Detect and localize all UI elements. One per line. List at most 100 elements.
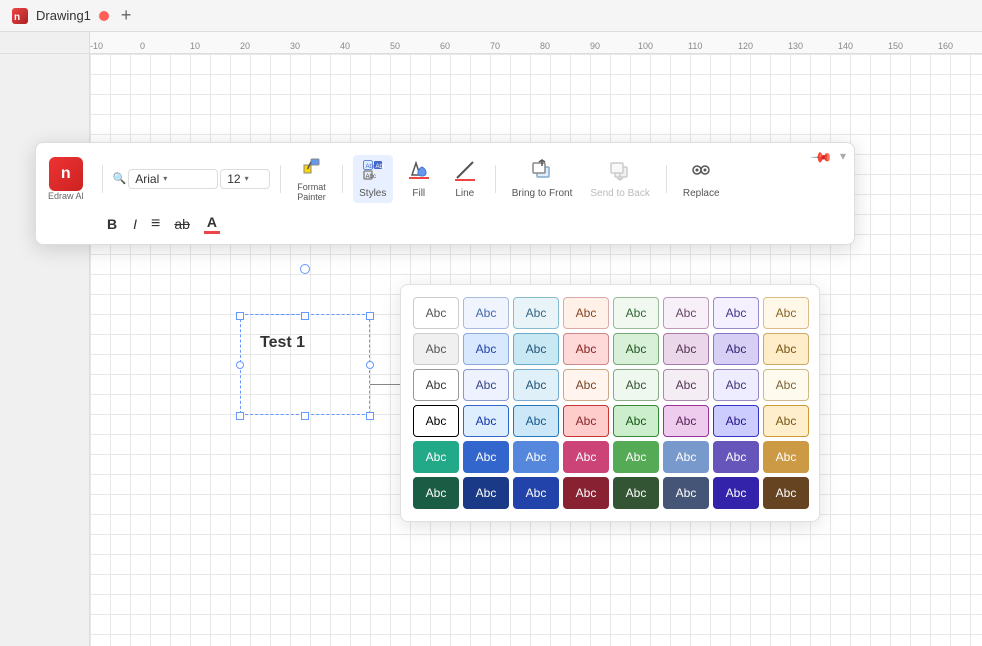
style-cell[interactable]: Abc: [713, 333, 759, 365]
separator-1: [102, 165, 103, 193]
style-cell[interactable]: Abc: [713, 297, 759, 329]
fill-button[interactable]: Fill: [399, 155, 439, 203]
style-cell[interactable]: Abc: [713, 477, 759, 509]
style-cell[interactable]: Abc: [563, 333, 609, 365]
style-cell[interactable]: Abc: [613, 333, 659, 365]
italic-button[interactable]: I: [128, 213, 142, 235]
style-cell[interactable]: Abc: [763, 477, 809, 509]
style-cell[interactable]: Abc: [713, 405, 759, 437]
style-cell[interactable]: Abc: [463, 441, 509, 473]
ruler-tick: 70: [490, 41, 500, 51]
style-cell[interactable]: Abc: [463, 477, 509, 509]
style-cell[interactable]: Abc: [713, 441, 759, 473]
ruler-tick: 10: [190, 41, 200, 51]
style-cell[interactable]: Abc: [463, 369, 509, 401]
svg-text:Abc: Abc: [365, 174, 375, 180]
style-cell[interactable]: Abc: [413, 333, 459, 365]
main-area: Test 1 📌 ▾ n Edraw Al 🔍 Arial ▾: [0, 54, 982, 646]
font-color-button[interactable]: A: [199, 212, 225, 236]
style-cell[interactable]: Abc: [763, 297, 809, 329]
handle-bot-left[interactable]: [236, 412, 244, 420]
style-cell[interactable]: Abc: [563, 405, 609, 437]
ruler-tick: 30: [290, 41, 300, 51]
style-cell[interactable]: Abc: [413, 369, 459, 401]
align-button[interactable]: ≡: [146, 212, 165, 236]
style-cell[interactable]: Abc: [613, 297, 659, 329]
style-cell[interactable]: Abc: [513, 477, 559, 509]
font-size-select[interactable]: 12 ▾: [220, 169, 270, 189]
style-cell[interactable]: Abc: [663, 369, 709, 401]
fill-icon: [408, 159, 430, 186]
format-painter-icon: [302, 155, 322, 180]
style-cell[interactable]: Abc: [513, 441, 559, 473]
replace-button[interactable]: Replace: [677, 155, 726, 203]
style-cell[interactable]: Abc: [563, 369, 609, 401]
handle-top-mid[interactable]: [301, 312, 309, 320]
format-painter-button[interactable]: FormatPainter: [291, 151, 332, 206]
style-cell[interactable]: Abc: [513, 405, 559, 437]
style-cell[interactable]: Abc: [513, 333, 559, 365]
style-cell[interactable]: Abc: [713, 369, 759, 401]
bring-to-front-label: Bring to Front: [512, 188, 573, 199]
ruler-tick: 0: [140, 41, 145, 51]
style-cell[interactable]: Abc: [763, 405, 809, 437]
ruler-horizontal: -10 0 10 20 30 40 50 60 70 80 90 100 110…: [0, 32, 982, 54]
style-cell[interactable]: Abc: [663, 477, 709, 509]
rotation-handle[interactable]: [300, 264, 310, 274]
handle-bot-right[interactable]: [366, 412, 374, 420]
ruler-tick: 90: [590, 41, 600, 51]
floating-toolbar: 📌 ▾ n Edraw Al 🔍 Arial ▾ 12 ▾: [35, 142, 855, 245]
separator-5: [666, 165, 667, 193]
style-cell[interactable]: Abc: [763, 333, 809, 365]
ruler-tick: 60: [440, 41, 450, 51]
style-cell[interactable]: Abc: [463, 405, 509, 437]
style-cell[interactable]: Abc: [463, 297, 509, 329]
line-button[interactable]: Line: [445, 155, 485, 203]
style-cell[interactable]: Abc: [613, 441, 659, 473]
send-to-back-button[interactable]: Send to Back: [584, 155, 655, 203]
style-cell[interactable]: Abc: [563, 297, 609, 329]
handle-top-left[interactable]: [236, 312, 244, 320]
format-painter-label: FormatPainter: [297, 182, 326, 202]
close-dot[interactable]: [99, 11, 109, 21]
style-cell[interactable]: Abc: [613, 477, 659, 509]
style-cell[interactable]: Abc: [413, 405, 459, 437]
separator-2: [280, 165, 281, 193]
separator-3: [342, 165, 343, 193]
style-cell[interactable]: Abc: [763, 369, 809, 401]
handle-bot-mid[interactable]: [301, 412, 309, 420]
style-cell[interactable]: Abc: [513, 369, 559, 401]
style-cell[interactable]: Abc: [413, 441, 459, 473]
font-family-arrow: ▾: [163, 174, 167, 183]
handle-mid-right[interactable]: [366, 361, 374, 369]
style-cell[interactable]: Abc: [613, 369, 659, 401]
style-cell[interactable]: Abc: [513, 297, 559, 329]
handle-mid-left[interactable]: [236, 361, 244, 369]
style-cell[interactable]: Abc: [563, 477, 609, 509]
style-cell[interactable]: Abc: [413, 297, 459, 329]
ruler-tick: 110: [688, 41, 702, 51]
toolbar-row-1: n Edraw Al 🔍 Arial ▾ 12 ▾: [48, 151, 842, 206]
style-cell[interactable]: Abc: [663, 441, 709, 473]
bold-button[interactable]: B: [100, 213, 124, 235]
app-logo-section: n Edraw Al: [48, 157, 84, 201]
styles-button[interactable]: Abc Abc Abc Styles: [353, 155, 393, 203]
style-cell[interactable]: Abc: [463, 333, 509, 365]
app-icon: n: [12, 8, 28, 24]
styles-label: Styles: [359, 188, 386, 199]
ruler-tick: 100: [638, 41, 653, 51]
style-cell[interactable]: Abc: [413, 477, 459, 509]
bring-to-front-button[interactable]: Bring to Front: [506, 155, 579, 203]
font-family-select[interactable]: Arial ▾: [128, 169, 218, 189]
ruler-tick: 20: [240, 41, 250, 51]
style-cell[interactable]: Abc: [613, 405, 659, 437]
style-cell[interactable]: Abc: [663, 333, 709, 365]
style-cell[interactable]: Abc: [563, 441, 609, 473]
handle-top-right[interactable]: [366, 312, 374, 320]
collapse-icon[interactable]: ▾: [840, 149, 846, 163]
style-cell[interactable]: Abc: [663, 405, 709, 437]
style-cell[interactable]: Abc: [763, 441, 809, 473]
style-cell[interactable]: Abc: [663, 297, 709, 329]
strikethrough-button[interactable]: ab: [169, 213, 195, 235]
new-tab-button[interactable]: +: [121, 5, 132, 26]
